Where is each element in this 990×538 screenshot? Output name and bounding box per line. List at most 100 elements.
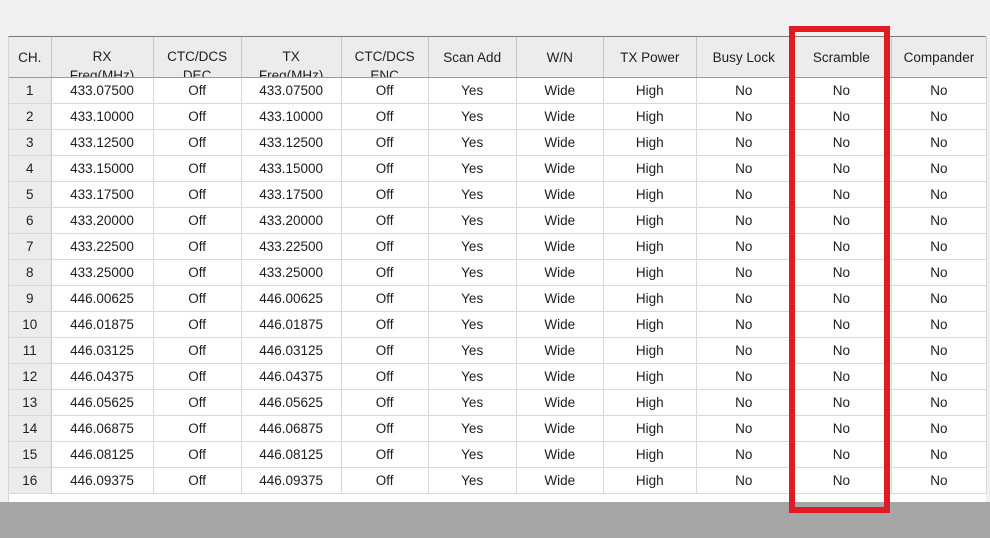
cell-scramble[interactable]: No [791, 441, 892, 468]
row-number-cell[interactable]: 2 [9, 103, 52, 130]
cell-tx_power[interactable]: High [603, 259, 697, 286]
cell-busy_lock[interactable]: No [696, 103, 792, 130]
cell-wn[interactable]: Wide [516, 441, 604, 468]
cell-scramble[interactable]: No [791, 389, 892, 416]
cell-busy_lock[interactable]: No [696, 181, 792, 208]
cell-scan_add[interactable]: Yes [428, 103, 517, 130]
cell-tx_power[interactable]: High [603, 415, 697, 442]
cell-busy_lock[interactable]: No [696, 311, 792, 338]
cell-busy_lock[interactable]: No [696, 363, 792, 390]
row-number-cell[interactable]: 6 [9, 207, 52, 234]
cell-busy_lock[interactable]: No [696, 467, 792, 494]
cell-ctc_enc[interactable]: Off [341, 129, 429, 156]
cell-tx_freq[interactable]: 446.08125 [241, 441, 342, 468]
cell-scramble[interactable]: No [791, 155, 892, 182]
cell-ctc_dec[interactable]: Off [153, 441, 242, 468]
cell-wn[interactable]: Wide [516, 259, 604, 286]
cell-scan_add[interactable]: Yes [428, 441, 517, 468]
cell-ctc_dec[interactable]: Off [153, 77, 242, 104]
table-row[interactable]: 10 446.01875 Off 446.01875 Off Yes Wide High No N… [9, 311, 988, 338]
cell-compander[interactable]: No [891, 259, 988, 286]
cell-tx_power[interactable]: High [603, 103, 697, 130]
channel-table-container[interactable]: CH. RX Freq(MHz) CTC/DCS DEC TX Freq(MHz) CTC/D… [8, 36, 988, 502]
cell-ctc_dec[interactable]: Off [153, 181, 242, 208]
cell-tx_power[interactable]: High [603, 77, 697, 104]
cell-scan_add[interactable]: Yes [428, 181, 517, 208]
cell-busy_lock[interactable]: No [696, 337, 792, 364]
cell-wn[interactable]: Wide [516, 285, 604, 312]
cell-tx_power[interactable]: High [603, 181, 697, 208]
cell-rx_freq[interactable]: 433.20000 [51, 207, 154, 234]
cell-tx_freq[interactable]: 433.12500 [241, 129, 342, 156]
cell-tx_power[interactable]: High [603, 441, 697, 468]
cell-rx_freq[interactable]: 446.00625 [51, 285, 154, 312]
cell-tx_freq[interactable]: 446.09375 [241, 467, 342, 494]
cell-rx_freq[interactable]: 433.25000 [51, 259, 154, 286]
cell-compander[interactable]: No [891, 103, 988, 130]
cell-wn[interactable]: Wide [516, 389, 604, 416]
column-header-busy_lock[interactable]: Busy Lock [696, 37, 792, 78]
cell-compander[interactable]: No [891, 129, 988, 156]
cell-rx_freq[interactable]: 433.17500 [51, 181, 154, 208]
cell-wn[interactable]: Wide [516, 129, 604, 156]
cell-scan_add[interactable]: Yes [428, 207, 517, 234]
cell-scan_add[interactable]: Yes [428, 363, 517, 390]
cell-tx_freq[interactable]: 446.04375 [241, 363, 342, 390]
cell-compander[interactable]: No [891, 389, 988, 416]
column-header-scramble[interactable]: Scramble [791, 37, 892, 78]
cell-ctc_enc[interactable]: Off [341, 207, 429, 234]
cell-rx_freq[interactable]: 433.07500 [51, 77, 154, 104]
cell-scan_add[interactable]: Yes [428, 259, 517, 286]
row-number-cell[interactable]: 3 [9, 129, 52, 156]
cell-tx_freq[interactable]: 446.06875 [241, 415, 342, 442]
cell-tx_freq[interactable]: 433.15000 [241, 155, 342, 182]
cell-rx_freq[interactable]: 446.06875 [51, 415, 154, 442]
cell-ctc_dec[interactable]: Off [153, 337, 242, 364]
cell-ctc_dec[interactable]: Off [153, 389, 242, 416]
table-row[interactable]: 16 446.09375 Off 446.09375 Off Yes Wide High No N… [9, 467, 988, 494]
column-header-scan_add[interactable]: Scan Add [428, 37, 517, 78]
cell-scramble[interactable]: No [791, 233, 892, 260]
cell-ctc_dec[interactable]: Off [153, 207, 242, 234]
cell-scramble[interactable]: No [791, 467, 892, 494]
table-row[interactable]: 15 446.08125 Off 446.08125 Off Yes Wide High No N… [9, 441, 988, 468]
cell-ctc_dec[interactable]: Off [153, 129, 242, 156]
cell-ctc_enc[interactable]: Off [341, 77, 429, 104]
table-row[interactable]: 9 446.00625 Off 446.00625 Off Yes Wide High No No… [9, 285, 988, 312]
cell-compander[interactable]: No [891, 311, 988, 338]
cell-busy_lock[interactable]: No [696, 207, 792, 234]
cell-busy_lock[interactable]: No [696, 285, 792, 312]
cell-scan_add[interactable]: Yes [428, 467, 517, 494]
cell-scramble[interactable]: No [791, 103, 892, 130]
row-number-cell[interactable]: 1 [9, 77, 52, 104]
cell-tx_power[interactable]: High [603, 389, 697, 416]
cell-scan_add[interactable]: Yes [428, 77, 517, 104]
cell-busy_lock[interactable]: No [696, 441, 792, 468]
row-number-cell[interactable]: 13 [9, 389, 52, 416]
cell-ctc_enc[interactable]: Off [341, 181, 429, 208]
cell-scan_add[interactable]: Yes [428, 233, 517, 260]
cell-tx_freq[interactable]: 433.10000 [241, 103, 342, 130]
cell-wn[interactable]: Wide [516, 103, 604, 130]
cell-ctc_enc[interactable]: Off [341, 311, 429, 338]
column-header-rx_freq[interactable]: RX Freq(MHz) [51, 37, 154, 78]
table-row[interactable]: 4 433.15000 Off 433.15000 Off Yes Wide High No No… [9, 155, 988, 182]
cell-compander[interactable]: No [891, 285, 988, 312]
cell-scramble[interactable]: No [791, 415, 892, 442]
cell-tx_power[interactable]: High [603, 155, 697, 182]
row-number-cell[interactable]: 8 [9, 259, 52, 286]
cell-wn[interactable]: Wide [516, 363, 604, 390]
cell-scramble[interactable]: No [791, 207, 892, 234]
cell-tx_power[interactable]: High [603, 363, 697, 390]
column-header-wn[interactable]: W/N [516, 37, 604, 78]
cell-scan_add[interactable]: Yes [428, 311, 517, 338]
cell-ctc_enc[interactable]: Off [341, 337, 429, 364]
column-header-ctc_enc[interactable]: CTC/DCS ENC [341, 37, 429, 78]
row-number-cell[interactable]: 7 [9, 233, 52, 260]
cell-scramble[interactable]: No [791, 363, 892, 390]
row-number-cell[interactable]: 4 [9, 155, 52, 182]
cell-busy_lock[interactable]: No [696, 233, 792, 260]
cell-ctc_enc[interactable]: Off [341, 259, 429, 286]
cell-busy_lock[interactable]: No [696, 155, 792, 182]
column-header-tx_power[interactable]: TX Power [603, 37, 697, 78]
